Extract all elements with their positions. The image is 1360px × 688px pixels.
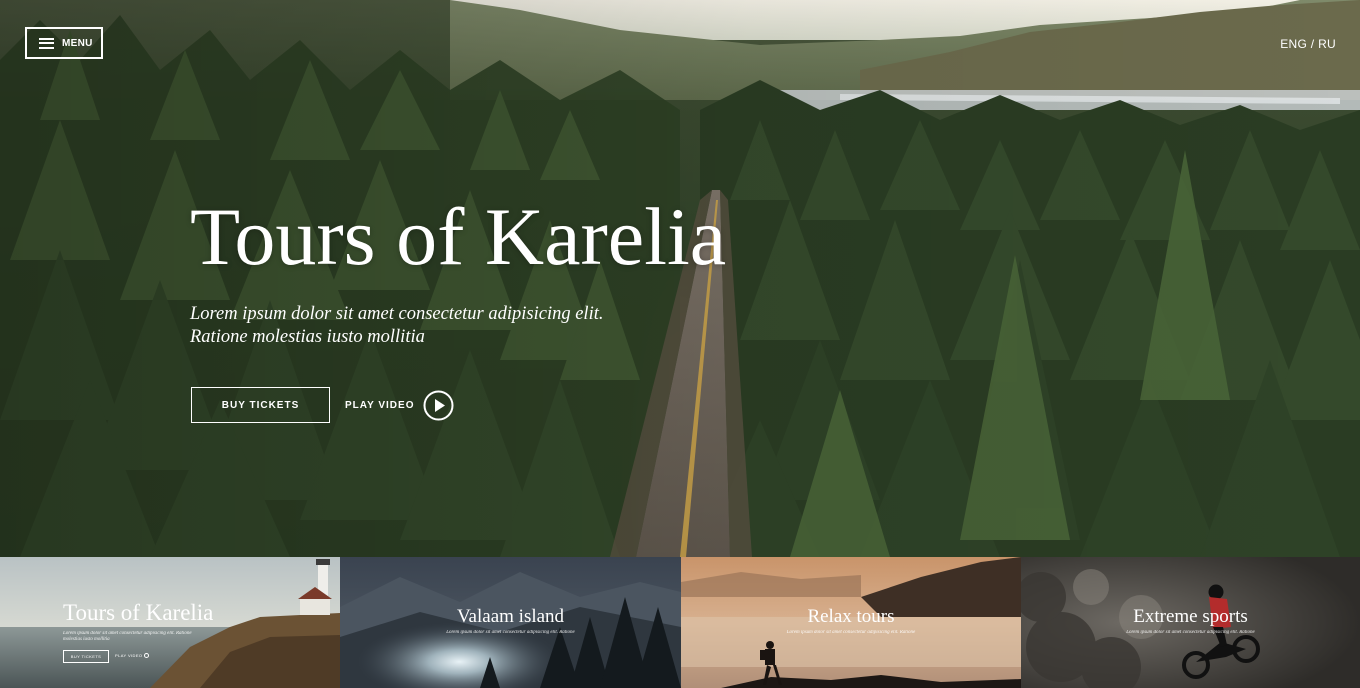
menu-button[interactable]: MENU xyxy=(25,27,103,59)
tour-cards: Tours of Karelia Lorem ipsum dolor sit a… xyxy=(0,557,1360,688)
hero-title: Tours of Karelia xyxy=(190,191,727,282)
card-title: Relax tours xyxy=(807,606,895,627)
card-relax-tours[interactable]: Relax tours Lorem ipsum dolor sit amet c… xyxy=(681,557,1021,688)
buy-tickets-button[interactable]: BUY TICKETS xyxy=(191,387,330,423)
language-switcher: ENG / RU xyxy=(1280,37,1336,51)
hero-section: MENU ENG / RU Tours of Karelia Lorem ips… xyxy=(0,0,1360,557)
hero-subtitle: Lorem ipsum dolor sit amet consectetur a… xyxy=(190,303,710,349)
play-video-button[interactable]: PLAY VIDEO xyxy=(345,389,454,421)
card-subtitle: Lorem ipsum dolor sit amet consectetur a… xyxy=(1126,630,1255,635)
play-video-label: PLAY VIDEO xyxy=(345,399,415,411)
card-play-video-label: PLAY VIDEO xyxy=(115,653,143,658)
hero-subtitle-line1: Lorem ipsum dolor sit amet consectetur a… xyxy=(190,304,604,324)
card-buy-tickets-button[interactable]: BUY TICKETS xyxy=(63,650,109,663)
card-play-circle-icon xyxy=(144,653,150,658)
lang-eng-link[interactable]: ENG xyxy=(1280,37,1307,51)
card-extreme-sports[interactable]: Extreme sports Lorem ipsum dolor sit ame… xyxy=(1021,557,1360,688)
card-subtitle: Lorem ipsum dolor sit amet consectetur a… xyxy=(786,630,916,635)
hero-subtitle-line2: Ratione molestias iusto mollitia xyxy=(190,327,425,347)
card-subtitle-line1: Lorem ipsum dolor sit amet consectetur a… xyxy=(63,631,192,636)
menu-label: MENU xyxy=(62,37,93,49)
card-valaam-island[interactable]: Valaam island Lorem ipsum dolor sit amet… xyxy=(340,557,681,688)
lang-ru-link[interactable]: RU xyxy=(1318,37,1336,51)
play-circle-icon xyxy=(423,390,454,420)
card-subtitle-line2: molestias iusto mollitia xyxy=(63,637,110,642)
card-title: Extreme sports xyxy=(1133,606,1248,627)
card-subtitle: Lorem ipsum dolor sit amet consectetur a… xyxy=(446,630,575,635)
lang-separator: / xyxy=(1307,37,1319,51)
card-title: Valaam island xyxy=(456,606,565,627)
card-play-video-button[interactable]: PLAY VIDEO xyxy=(115,653,150,658)
hamburger-icon xyxy=(39,37,54,49)
card-tours-of-karelia[interactable]: Tours of Karelia Lorem ipsum dolor sit a… xyxy=(0,557,340,688)
card-subtitle: Lorem ipsum dolor sit amet consectetur a… xyxy=(63,631,223,643)
card-title: Tours of Karelia xyxy=(63,600,214,625)
